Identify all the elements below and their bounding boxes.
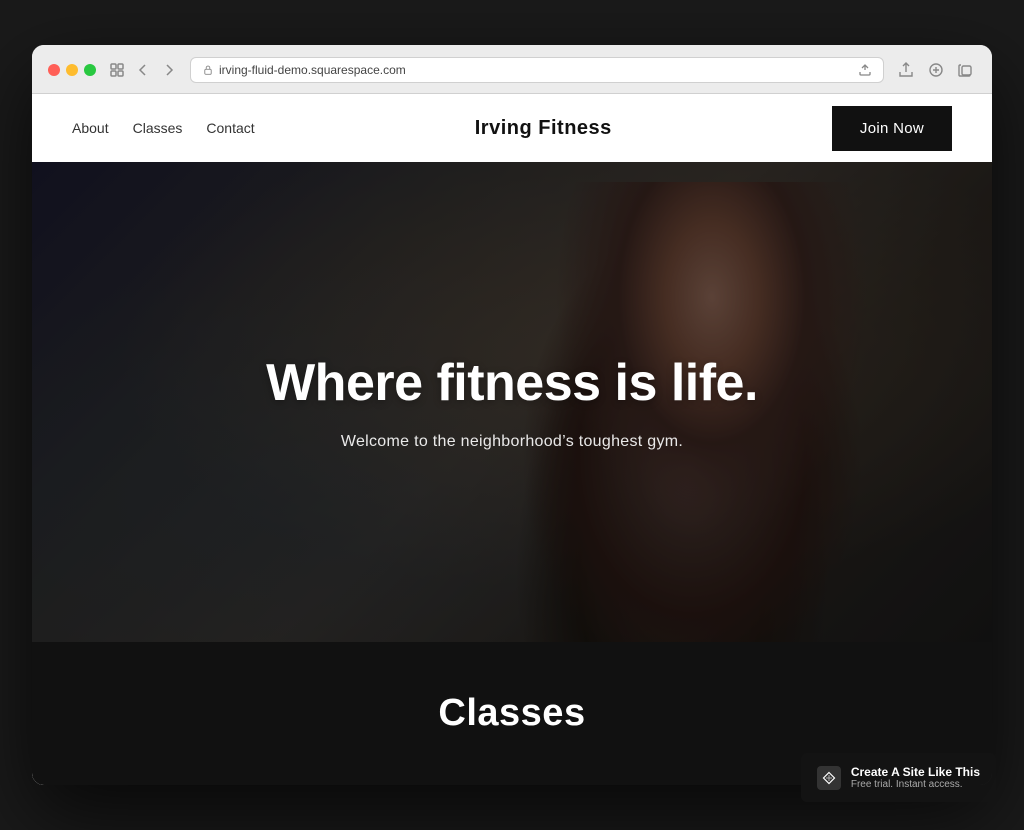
nav-link-about[interactable]: About bbox=[72, 120, 109, 136]
hero-title: Where fitness is life. bbox=[266, 353, 758, 413]
window-grid-button[interactable] bbox=[108, 61, 126, 79]
address-bar[interactable]: irving-fluid-demo.squarespace.com bbox=[190, 57, 884, 83]
sq-main-text: Create A Site Like This bbox=[851, 765, 980, 779]
close-button[interactable] bbox=[48, 64, 60, 76]
nav-link-classes[interactable]: Classes bbox=[133, 120, 183, 136]
hero-content: Where fitness is life. Welcome to the ne… bbox=[32, 162, 992, 642]
sq-sub-text: Free trial. Instant access. bbox=[851, 779, 980, 790]
sq-badge-text: Create A Site Like This Free trial. Inst… bbox=[851, 765, 980, 790]
new-tab-button[interactable] bbox=[926, 60, 946, 80]
forward-button[interactable] bbox=[160, 61, 178, 79]
site-nav: About Classes Contact Irving Fitness Joi… bbox=[32, 94, 992, 162]
browser-window: irving-fluid-demo.squarespace.com bbox=[32, 45, 992, 785]
hero-subtitle: Welcome to the neighborhood’s toughest g… bbox=[341, 433, 683, 451]
squarespace-badge[interactable]: Create A Site Like This Free trial. Inst… bbox=[801, 753, 996, 802]
traffic-lights bbox=[48, 64, 96, 76]
hero-section: Where fitness is life. Welcome to the ne… bbox=[32, 162, 992, 642]
website-content: About Classes Contact Irving Fitness Joi… bbox=[32, 94, 992, 785]
squarespace-logo-icon bbox=[817, 766, 841, 790]
browser-chrome: irving-fluid-demo.squarespace.com bbox=[32, 45, 992, 94]
join-now-button[interactable]: Join Now bbox=[832, 106, 952, 151]
site-brand: Irving Fitness bbox=[475, 117, 612, 140]
duplicate-button[interactable] bbox=[956, 60, 976, 80]
share-button[interactable] bbox=[896, 60, 916, 80]
back-button[interactable] bbox=[134, 61, 152, 79]
classes-title: Classes bbox=[72, 692, 952, 735]
url-text: irving-fluid-demo.squarespace.com bbox=[219, 63, 406, 77]
minimize-button[interactable] bbox=[66, 64, 78, 76]
nav-links: About Classes Contact bbox=[72, 120, 255, 136]
browser-nav-controls bbox=[108, 61, 178, 79]
maximize-button[interactable] bbox=[84, 64, 96, 76]
nav-link-contact[interactable]: Contact bbox=[206, 120, 254, 136]
browser-actions bbox=[896, 60, 976, 80]
